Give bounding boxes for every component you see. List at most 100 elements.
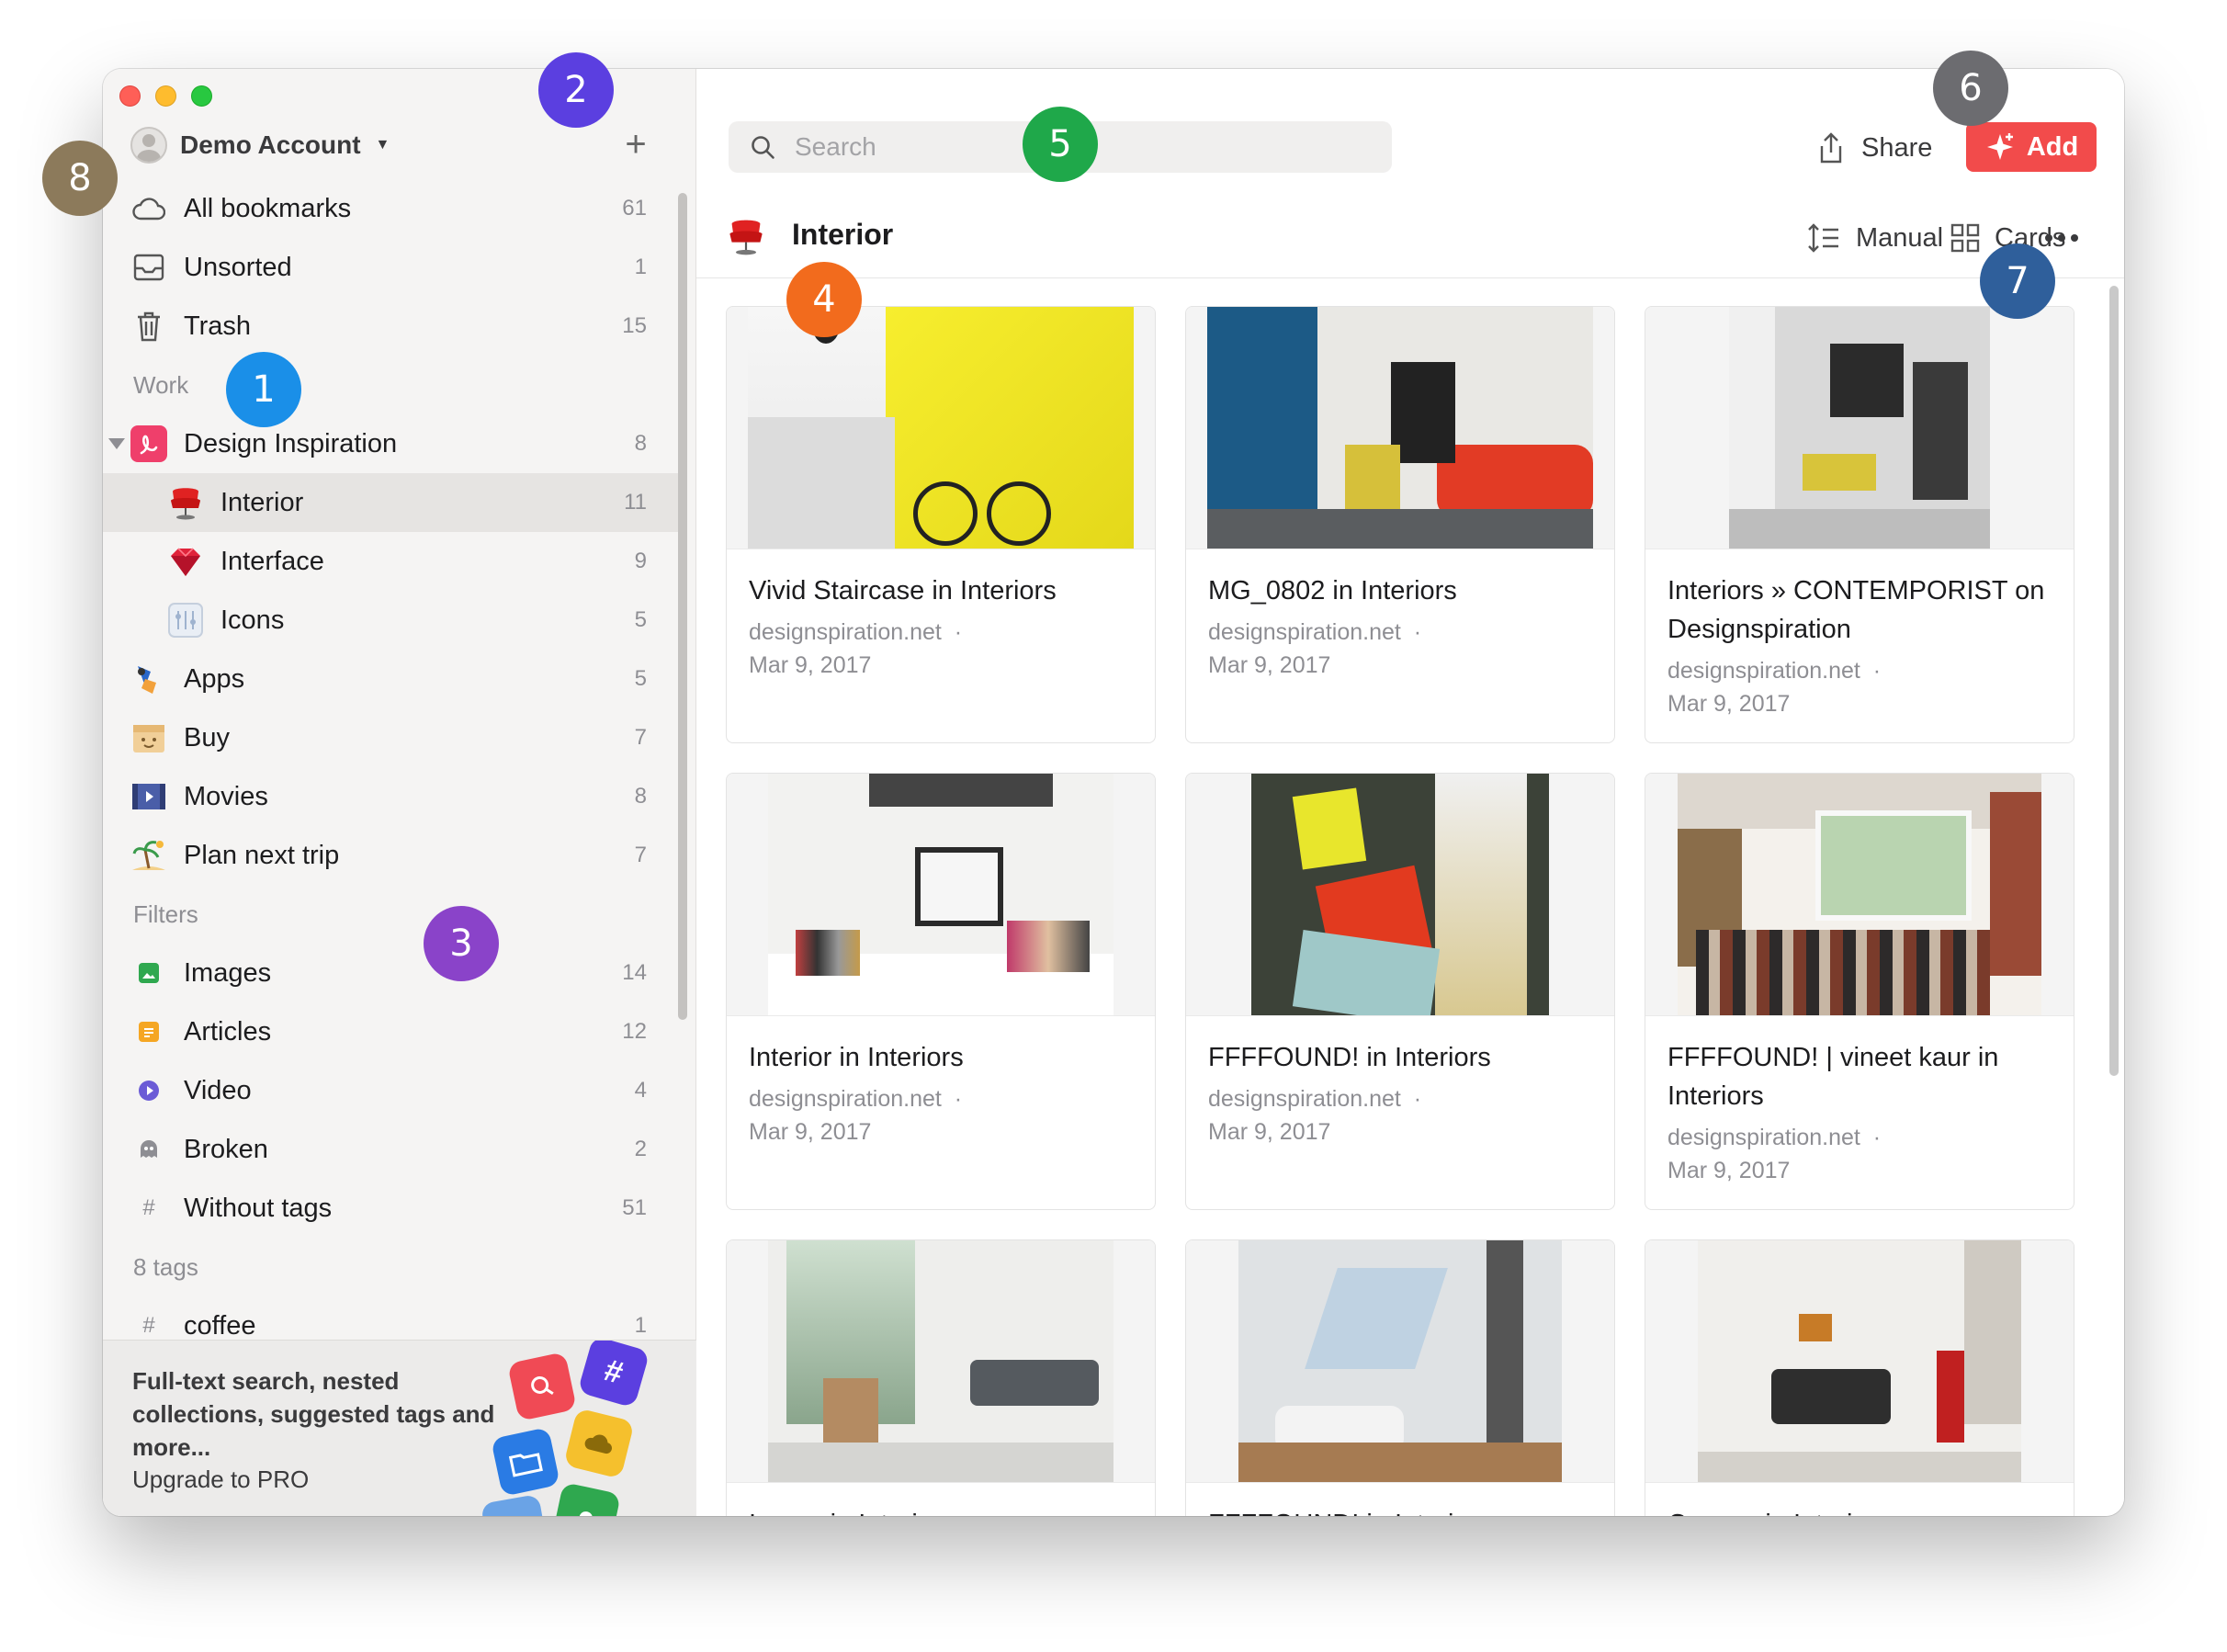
bookmark-card[interactable]: Vivid Staircase in Interiors designspira… <box>726 306 1156 743</box>
more-options-icon[interactable] <box>2045 218 2078 258</box>
bookmark-card[interactable]: Interiors » CONTEMPORIST on Designspirat… <box>1645 306 2074 743</box>
collection-header: Interior Manual Cards <box>696 196 2124 278</box>
window-controls <box>119 85 212 107</box>
bookmark-title: Interior in Interiors <box>749 1043 964 1072</box>
red-chair-icon <box>729 220 763 255</box>
image-icon <box>130 955 167 991</box>
sidebar-item-count: 11 <box>624 490 647 515</box>
sidebar-item-apps[interactable]: Apps 5 <box>103 650 678 708</box>
sort-dropdown[interactable]: Manual <box>1806 218 1943 258</box>
bookmark-card[interactable]: Convoy in Interiors <box>1645 1239 2074 1516</box>
bookmark-thumbnail <box>727 307 1155 549</box>
hash-icon: # <box>142 1313 155 1338</box>
bookmark-domain: designspiration.net · <box>1208 616 1594 649</box>
add-label: Add <box>2026 131 2079 162</box>
sidebar-item-label: Plan next trip <box>184 840 340 870</box>
meta-separator: · <box>1413 619 1422 645</box>
sidebar-item-count: 12 <box>622 1019 647 1044</box>
filter-item-video[interactable]: Video 4 <box>103 1061 678 1120</box>
sidebar-item-movies[interactable]: Movies 8 <box>103 767 678 826</box>
close-window-button[interactable] <box>119 85 141 107</box>
bookmark-date: Mar 9, 2017 <box>749 652 872 678</box>
bookmark-title: FFFFOUND! in Interiors <box>1208 1043 1491 1072</box>
sidebar-item-count: 7 <box>634 843 647 867</box>
sidebar-item-label: Interface <box>220 546 324 576</box>
zoom-window-button[interactable] <box>191 85 212 107</box>
bookmark-domain: designspiration.net · <box>749 616 1135 649</box>
ghost-tile-icon: ● <box>551 1482 621 1516</box>
callout-badge: 5 <box>1023 107 1098 182</box>
account-switcher[interactable]: Demo Account ▼ <box>130 126 390 164</box>
bookmark-domain: designspiration.net · <box>749 1082 1135 1115</box>
search-tile-icon <box>507 1352 577 1421</box>
sidebar-item-plan-next-trip[interactable]: Plan next trip 7 <box>103 826 678 885</box>
main-content: Share Add Interior Manual Cards <box>696 69 2124 1516</box>
sidebar-item-design-inspiration[interactable]: Design Inspiration 8 <box>103 414 678 473</box>
search-icon <box>752 136 774 159</box>
content-scrollbar[interactable] <box>2109 286 2119 1076</box>
bookmark-title: FFFFOUND! | vineet kaur in Interiors <box>1667 1043 1999 1111</box>
disclosure-triangle-icon[interactable] <box>108 438 125 449</box>
sidebar-item-label: Design Inspiration <box>184 428 398 458</box>
sidebar-item-all-bookmarks[interactable]: All bookmarks 61 <box>103 179 678 238</box>
domain-text: designspiration.net <box>1667 658 1860 684</box>
minimize-window-button[interactable] <box>155 85 176 107</box>
bookmark-card[interactable]: Image in Interiors <box>726 1239 1156 1516</box>
inbox-icon <box>130 249 167 286</box>
bookmark-domain: designspiration.net · <box>1667 654 2053 687</box>
section-heading-tags: 8 tags <box>133 1252 198 1281</box>
sort-label: Manual <box>1856 222 1944 253</box>
sidebar-item-label: Images <box>184 957 272 988</box>
bookmark-title: Image in Interiors <box>749 1505 1135 1516</box>
bookmark-card[interactable]: MG_0802 in Interiors designspiration.net… <box>1185 306 1615 743</box>
sidebar-scrollbar[interactable] <box>678 193 687 1020</box>
sidebar-item-count: 8 <box>634 431 647 456</box>
sidebar-item-count: 7 <box>634 725 647 750</box>
share-label: Share <box>1861 132 1933 163</box>
upgrade-promo[interactable]: Full-text search, nested collections, su… <box>103 1340 696 1516</box>
sidebar-item-trash[interactable]: Trash 15 <box>103 297 678 356</box>
sidebar-item-count: 4 <box>634 1078 647 1103</box>
sidebar-item-count: 9 <box>634 549 647 573</box>
callout-badge: 7 <box>1980 243 2055 319</box>
sidebar-item-count: 51 <box>622 1195 647 1220</box>
add-button[interactable]: Add <box>1966 122 2097 172</box>
sparkle-plus-icon <box>1986 133 2013 160</box>
bookmark-date: Mar 9, 2017 <box>1667 1158 1791 1183</box>
bookmark-title: Interiors » CONTEMPORIST on Designspirat… <box>1667 576 2045 644</box>
domain-text: designspiration.net <box>749 1086 942 1112</box>
meta-separator: · <box>954 1086 963 1112</box>
filter-item-broken[interactable]: Broken 2 <box>103 1120 678 1179</box>
upgrade-link[interactable]: Upgrade to PRO <box>132 1465 309 1494</box>
sidebar-item-interface[interactable]: Interface 9 <box>103 532 678 591</box>
sidebar-item-unsorted[interactable]: Unsorted 1 <box>103 238 678 297</box>
bookmark-card[interactable]: FFFFOUND! | vineet kaur in Interiors des… <box>1645 773 2074 1210</box>
domain-text: designspiration.net <box>1208 619 1401 645</box>
sidebar-item-label: Broken <box>184 1134 268 1164</box>
box-icon <box>130 719 167 756</box>
cloud-tile-icon-2: ● <box>480 1493 549 1516</box>
bookmark-date: Mar 9, 2017 <box>749 1119 872 1145</box>
bookmark-card[interactable]: FFFFOUND! in Interiors designspiration.n… <box>1185 773 1615 1210</box>
bookmark-thumbnail <box>727 1240 1155 1483</box>
filter-item-images[interactable]: Images 14 <box>103 944 678 1002</box>
callout-badge: 8 <box>42 141 118 216</box>
cloud-tile-icon <box>563 1408 635 1479</box>
design-inspiration-icon <box>130 425 167 462</box>
icons-grid-icon <box>167 602 204 639</box>
share-button[interactable]: Share <box>1817 126 1932 170</box>
sidebar-item-icons[interactable]: Icons 5 <box>103 591 678 650</box>
bookmark-title: Convoy in Interiors <box>1667 1505 2053 1516</box>
bookmark-thumbnail <box>727 774 1155 1016</box>
filter-item-articles[interactable]: Articles 12 <box>103 1002 678 1061</box>
beach-icon <box>130 837 167 874</box>
bookmark-card[interactable]: FFFFOUND! in Interiors <box>1185 1239 1615 1516</box>
sidebar-item-count: 2 <box>634 1137 647 1161</box>
callout-badge: 4 <box>786 262 862 337</box>
sidebar-item-interior[interactable]: Interior 11 <box>103 473 678 532</box>
bookmark-thumbnail <box>1645 307 2074 549</box>
bookmark-card[interactable]: Interior in Interiors designspiration.ne… <box>726 773 1156 1210</box>
sidebar-item-buy[interactable]: Buy 7 <box>103 708 678 767</box>
filter-item-without-tags[interactable]: # Without tags 51 <box>103 1179 678 1238</box>
new-collection-button[interactable]: + <box>617 126 654 164</box>
